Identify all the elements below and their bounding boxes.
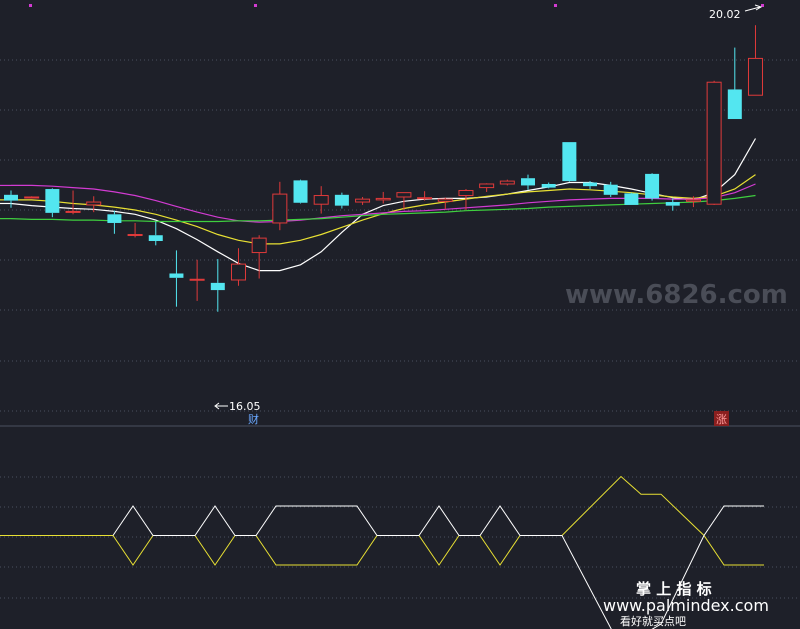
candle [230, 248, 246, 286]
candle-body-down [603, 184, 618, 195]
high-price-label: 20.02 [709, 8, 741, 21]
candle [45, 188, 60, 218]
candle-body-down [45, 189, 60, 213]
candle-body-down [210, 282, 225, 291]
candle-body-down [624, 193, 639, 205]
candle-body-up [458, 189, 474, 197]
candle [541, 182, 556, 189]
candle-body-down [169, 273, 184, 278]
brand-url: www.palmindex.com [603, 596, 769, 615]
candle [24, 196, 40, 199]
candle [251, 235, 267, 279]
candle-body-up [706, 81, 722, 205]
top-marker [254, 4, 257, 7]
candle [4, 190, 18, 208]
candle-body-up [86, 201, 102, 206]
candle [375, 191, 391, 204]
candle-body-down [334, 194, 349, 206]
candle [334, 192, 349, 209]
candle-body-up [417, 197, 433, 200]
candle-body-down [4, 194, 18, 201]
candle-body-down [293, 180, 308, 203]
top-marker [761, 4, 764, 7]
candle-body-up [230, 263, 246, 281]
candle [645, 173, 660, 201]
top-marker [554, 4, 557, 7]
candle-body-up [251, 237, 267, 254]
candle-body-down [521, 178, 535, 186]
candle [107, 210, 122, 234]
candle [603, 181, 618, 197]
candle [272, 181, 288, 231]
candle [665, 198, 680, 211]
candle-body-down [148, 235, 163, 242]
bottom-signal-text: 看好就买点吧 [620, 614, 686, 628]
candle [479, 183, 495, 192]
candle [148, 221, 163, 246]
candle [624, 192, 639, 205]
candle [293, 179, 308, 204]
candle-body-down [583, 182, 598, 187]
candle [747, 25, 763, 96]
candle [706, 80, 722, 205]
candle-body-down [665, 202, 680, 206]
watermark-text: www.6826.com [565, 280, 788, 310]
candle-body-up [189, 278, 205, 281]
candle-body-up [127, 234, 143, 237]
candle-body-up [313, 195, 329, 205]
high-price-annotation: 20.02 [709, 4, 763, 21]
ma-line-white [10, 138, 757, 272]
candlesticks [4, 25, 763, 312]
low-price-annotation: 16.05 [214, 400, 261, 413]
candle-body-down [562, 142, 577, 182]
candle [727, 47, 742, 120]
candle [355, 196, 371, 205]
moving-average-lines [0, 138, 757, 272]
candle-body-down [107, 214, 122, 223]
ma-line-yellow [11, 174, 756, 245]
oscillator-line-yellow [0, 475, 764, 566]
candle [562, 142, 577, 182]
candle-body-down [541, 183, 556, 188]
candle-body-down [645, 173, 660, 199]
candle-body-up [437, 198, 453, 202]
candle-body-up [355, 198, 371, 203]
candle [313, 186, 329, 214]
top-marker [29, 4, 32, 7]
candle [417, 191, 433, 201]
candle-body-up [65, 210, 81, 213]
candle-body-up [375, 197, 391, 201]
tag-left: 财 [248, 412, 259, 426]
candle-body-up [479, 183, 495, 189]
candle-body-up [499, 180, 515, 185]
candle [189, 259, 205, 301]
candle-body-up [24, 196, 40, 199]
candle-body-up [747, 57, 763, 96]
candle-body-up [272, 193, 288, 224]
candle-body-down [727, 89, 742, 120]
candle [499, 179, 515, 186]
candle [521, 174, 535, 190]
candle [169, 250, 184, 307]
candle-body-up [685, 199, 701, 202]
candle [127, 222, 143, 238]
candle-body-up [396, 192, 412, 198]
stock-chart: www.6826.com 20.02 16.05 财 涨 看好就买点吧 掌 上 … [0, 4, 800, 629]
tag-right: 涨 [716, 413, 727, 426]
low-price-label: 16.05 [229, 400, 261, 413]
candle [437, 197, 453, 210]
candle [210, 259, 225, 312]
